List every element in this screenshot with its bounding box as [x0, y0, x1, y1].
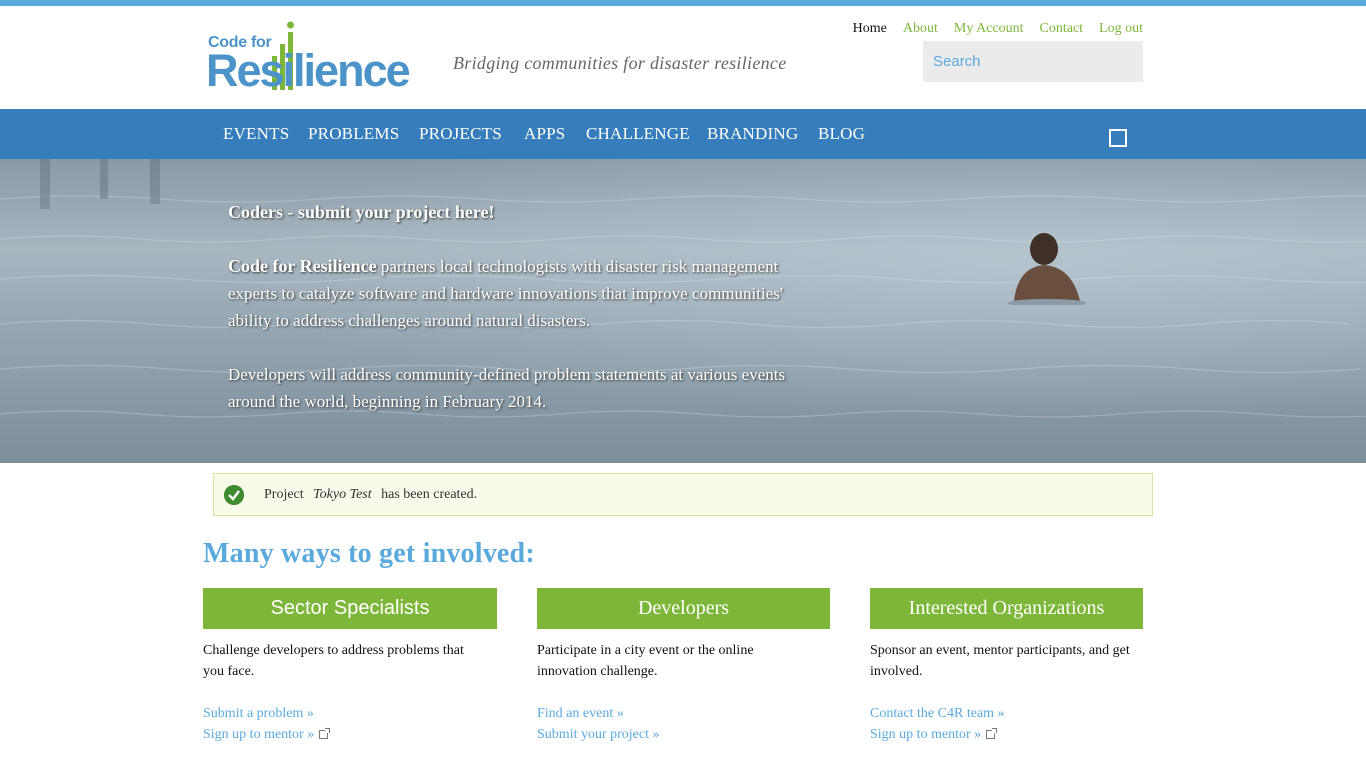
section-title: Many ways to get involved: [203, 538, 535, 569]
user-menu: Home About My Account Contact Log out [837, 21, 1143, 37]
sign-up-mentor-link[interactable]: Sign up to mentor » [870, 724, 1143, 745]
column-interested-organizations: Interested Organizations Sponsor an even… [870, 588, 1143, 745]
hero-para-2: Developers will address community-define… [228, 365, 786, 411]
column-description: Sponsor an event, mentor participants, a… [870, 643, 1130, 679]
site-header: Code for Resilience Bridging communities… [0, 6, 1366, 109]
main-nav: EVENTS PROBLEMS PROJECTS APPS CHALLENGE … [0, 109, 1366, 159]
site-tagline: Bridging communities for disaster resili… [453, 53, 787, 73]
nav-item-projects[interactable]: PROJECTS [419, 124, 502, 144]
contact-team-link[interactable]: Contact the C4R team » [870, 703, 1143, 724]
submit-problem-link[interactable]: Submit a problem » [203, 703, 497, 724]
nav-item-blog[interactable]: BLOG [818, 124, 865, 144]
menu-toggle-icon[interactable] [1109, 129, 1127, 147]
nav-item-challenge[interactable]: CHALLENGE [586, 124, 690, 144]
column-links: Find an event » Submit your project » [537, 703, 830, 745]
status-suffix: has been created. [381, 487, 478, 502]
search-input[interactable] [923, 41, 1143, 82]
logo-big-text: Resilience [206, 45, 411, 96]
user-menu-contact[interactable]: Contact [1040, 21, 1084, 37]
column-developers: Developers Participate in a city event o… [537, 588, 830, 745]
person-in-water-image [1008, 233, 1086, 305]
user-menu-log-out[interactable]: Log out [1099, 21, 1143, 37]
status-project-name: Tokyo Test [313, 487, 372, 502]
hero-text: Coders - submit your project here! Code … [228, 199, 788, 442]
column-links: Submit a problem » Sign up to mentor » [203, 703, 497, 745]
status-message: Project Tokyo Test has been created. [213, 473, 1153, 516]
nav-item-apps[interactable]: APPS [524, 124, 565, 144]
hero-intro: Code for Resilience partners local techn… [228, 253, 788, 334]
column-title: Interested Organizations [870, 588, 1143, 629]
link-label: Sign up to mentor » [203, 727, 315, 742]
column-sector-specialists: Sector Specialists Challenge developers … [203, 588, 497, 745]
column-title: Sector Specialists [203, 588, 497, 629]
status-prefix: Project [264, 487, 304, 502]
hero-intro-strong: Code for Resilience [228, 256, 377, 276]
submit-project-link[interactable]: Coders - submit your project here! [228, 202, 494, 222]
find-event-link[interactable]: Find an event » [537, 703, 830, 724]
nav-item-events[interactable]: EVENTS [223, 124, 289, 144]
external-link-icon [319, 728, 331, 740]
status-message-text: Project Tokyo Test has been created. [264, 487, 477, 503]
column-title: Developers [537, 588, 830, 629]
user-menu-home[interactable]: Home [853, 21, 887, 37]
nav-item-problems[interactable]: PROBLEMS [308, 124, 399, 144]
user-menu-my-account[interactable]: My Account [954, 21, 1024, 37]
link-label: Sign up to mentor » [870, 727, 982, 742]
site-logo[interactable]: Code for Resilience [206, 20, 411, 96]
column-description: Participate in a city event or the onlin… [537, 643, 754, 679]
user-menu-about[interactable]: About [903, 21, 938, 37]
sign-up-mentor-link[interactable]: Sign up to mentor » [203, 724, 497, 745]
nav-item-branding[interactable]: BRANDING [707, 124, 798, 144]
submit-your-project-link[interactable]: Submit your project » [537, 724, 830, 745]
check-icon [224, 485, 244, 505]
external-link-icon [986, 728, 998, 740]
column-description: Challenge developers to address problems… [203, 643, 464, 679]
column-links: Contact the C4R team » Sign up to mentor… [870, 703, 1143, 745]
hero-banner: Coders - submit your project here! Code … [0, 159, 1366, 463]
